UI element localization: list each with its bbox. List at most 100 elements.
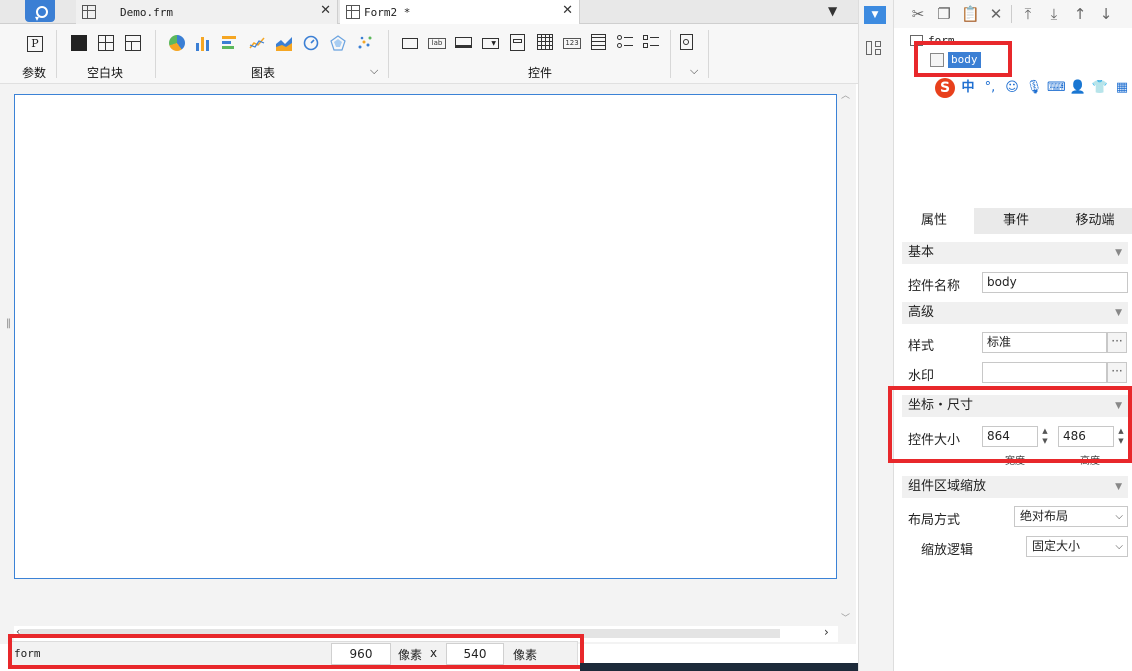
- tab-label: Demo.frm: [120, 5, 173, 19]
- divider: [155, 30, 156, 78]
- collapse-panel-button[interactable]: ▼: [864, 6, 886, 24]
- tab-demo[interactable]: Demo.frm ✕: [76, 0, 338, 24]
- scatter-chart-icon[interactable]: [357, 35, 373, 51]
- chevron-down-icon[interactable]: ⌵: [1115, 537, 1123, 556]
- horizontal-bar-chart-icon[interactable]: [222, 35, 238, 51]
- watermark-label: 水印: [908, 369, 935, 384]
- label-widget-icon[interactable]: [402, 38, 418, 49]
- divider: [388, 30, 389, 78]
- group-label-param: 参数: [22, 66, 47, 80]
- tab-properties[interactable]: 属性: [894, 208, 974, 234]
- combobox-icon[interactable]: ▼: [482, 38, 499, 49]
- form-icon: [346, 5, 360, 19]
- bar-chart-icon[interactable]: [195, 35, 211, 51]
- layout-select[interactable]: 绝对布局 ⌵: [1014, 506, 1128, 527]
- shirt-icon[interactable]: 👕: [1091, 79, 1109, 97]
- emoji-icon[interactable]: ☺: [1003, 79, 1021, 97]
- text-label-icon[interactable]: lab: [428, 38, 446, 49]
- highlight-box: [888, 386, 1132, 463]
- scroll-down-icon[interactable]: ﹀: [841, 611, 850, 624]
- style-input[interactable]: 标准: [982, 332, 1107, 353]
- tab-events[interactable]: 事件: [976, 208, 1056, 234]
- ime-toolbar[interactable]: S 中 °, ☺ 🎙 ⌨ 👤 👕 ▦: [935, 77, 1131, 99]
- divider: [670, 30, 671, 78]
- watermark-more-button[interactable]: ···: [1107, 362, 1127, 383]
- textarea-icon[interactable]: [591, 34, 606, 50]
- tab-form2[interactable]: Form2 * ✕: [340, 0, 580, 24]
- button-widget-icon[interactable]: [455, 37, 472, 48]
- ime-mode[interactable]: 中: [959, 79, 977, 97]
- grid-menu-icon[interactable]: ▦: [1113, 79, 1131, 97]
- divider: [1011, 5, 1012, 23]
- date-widget-icon[interactable]: [510, 34, 525, 51]
- scroll-right-icon[interactable]: ›: [824, 625, 829, 639]
- scale-logic-value: 固定大小: [1032, 539, 1081, 553]
- ime-logo-icon[interactable]: S: [935, 78, 955, 98]
- radio-group-icon[interactable]: [617, 34, 633, 50]
- layout-value: 绝对布局: [1020, 509, 1069, 523]
- radar-chart-icon[interactable]: [330, 35, 346, 51]
- gauge-chart-icon[interactable]: [303, 35, 319, 51]
- group-label-blank: 空白块: [87, 66, 124, 80]
- absolute-block-icon[interactable]: [71, 35, 87, 51]
- style-label: 样式: [908, 339, 935, 354]
- collapse-icon[interactable]: ▼: [1115, 476, 1122, 498]
- collapse-icon[interactable]: ▼: [1115, 242, 1122, 264]
- divider: [708, 30, 709, 78]
- line-chart-icon[interactable]: [249, 35, 265, 51]
- ime-punct[interactable]: °,: [981, 79, 999, 97]
- move-bottom-icon[interactable]: ⤓: [1045, 5, 1063, 23]
- tab-label: Form2 *: [364, 5, 411, 19]
- section-basic[interactable]: 基本 ▼: [902, 242, 1128, 264]
- paste-icon[interactable]: 📋: [961, 5, 980, 23]
- resize-handle[interactable]: ‖: [6, 318, 11, 329]
- group-label-widget: 控件: [528, 66, 553, 80]
- tab-mobile[interactable]: 移动端: [1058, 208, 1132, 234]
- group-label-chart: 图表: [251, 66, 276, 80]
- number-widget-icon[interactable]: 123: [563, 38, 581, 49]
- app-logo[interactable]: [25, 0, 55, 22]
- widget-library-icon[interactable]: [866, 40, 882, 56]
- highlight-box: [914, 41, 1012, 77]
- chevron-down-icon[interactable]: ⌵: [370, 64, 378, 78]
- highlight-box: [8, 634, 584, 669]
- preview-search-icon[interactable]: [680, 34, 693, 50]
- cut-icon[interactable]: ✂: [909, 5, 927, 23]
- tab-block-icon[interactable]: [98, 35, 114, 51]
- section-scale[interactable]: 组件区域缩放 ▼: [902, 476, 1128, 498]
- tab-menu-icon[interactable]: ▼: [828, 4, 837, 18]
- close-icon[interactable]: ✕: [320, 3, 331, 18]
- move-up-icon[interactable]: ↑: [1071, 5, 1089, 23]
- widget-name-input[interactable]: body: [982, 272, 1128, 293]
- collapse-icon[interactable]: ▼: [1115, 302, 1122, 324]
- section-title: 基本: [908, 245, 935, 260]
- area-chart-icon[interactable]: [276, 35, 292, 51]
- style-more-button[interactable]: ···: [1107, 332, 1127, 353]
- close-icon[interactable]: ✕: [562, 3, 573, 18]
- move-down-icon[interactable]: ↓: [1097, 5, 1115, 23]
- copy-icon[interactable]: ❐: [935, 5, 953, 23]
- calendar-icon[interactable]: [537, 34, 553, 50]
- keyboard-icon[interactable]: ⌨: [1047, 79, 1066, 97]
- design-canvas[interactable]: [14, 94, 837, 579]
- chevron-down-icon[interactable]: ⌵: [1115, 507, 1123, 526]
- parameter-icon[interactable]: P: [27, 36, 43, 52]
- move-top-icon[interactable]: ⤒: [1019, 5, 1037, 23]
- toolbar-ribbon: [0, 24, 858, 84]
- pie-chart-icon[interactable]: [169, 35, 185, 51]
- vertical-scrollbar[interactable]: ︿ ﹀: [837, 86, 854, 626]
- chevron-down-icon[interactable]: ▾: [35, 14, 39, 23]
- scroll-up-icon[interactable]: ︿: [841, 88, 850, 101]
- microphone-icon[interactable]: 🎙: [1025, 79, 1043, 97]
- user-icon[interactable]: 👤: [1069, 79, 1087, 97]
- delete-icon[interactable]: ✕: [987, 5, 1005, 23]
- section-advanced[interactable]: 高级 ▼: [902, 302, 1128, 324]
- watermark-input[interactable]: [982, 362, 1107, 383]
- scale-logic-select[interactable]: 固定大小 ⌵: [1026, 536, 1128, 557]
- chevron-down-icon[interactable]: ⌵: [690, 64, 698, 78]
- side-strip: [858, 0, 894, 671]
- section-title: 组件区域缩放: [908, 479, 987, 494]
- grid-block-icon[interactable]: [125, 35, 141, 51]
- scale-logic-label: 缩放逻辑: [921, 543, 974, 558]
- checkbox-group-icon[interactable]: [643, 34, 659, 50]
